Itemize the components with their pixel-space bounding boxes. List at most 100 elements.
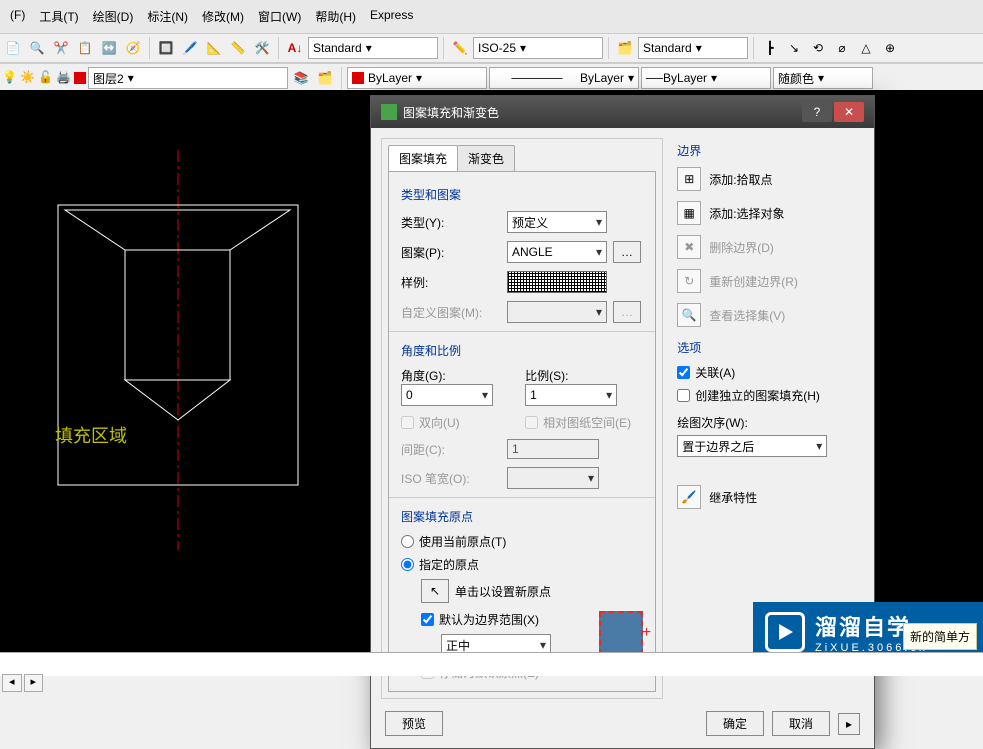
dim-tool-icon[interactable]: △ xyxy=(855,37,877,59)
pattern-browse-button[interactable]: … xyxy=(613,241,641,263)
iso-width-label: ISO 笔宽(O): xyxy=(401,470,501,487)
caret-icon: ▾ xyxy=(366,41,372,55)
type-select[interactable]: 预定义▾ xyxy=(507,211,607,233)
menu-express[interactable]: Express xyxy=(364,6,419,27)
associative-checkbox[interactable]: 关联(A) xyxy=(677,364,858,381)
plot-icon[interactable]: 🖨️ xyxy=(56,70,72,86)
group-origin-label: 图案填充原点 xyxy=(401,508,643,525)
tool-icon[interactable]: 📐 xyxy=(203,37,225,59)
type-label: 类型(Y): xyxy=(401,214,501,231)
dim-tool-icon[interactable]: ┣ xyxy=(759,37,781,59)
menu-dimension[interactable]: 标注(N) xyxy=(141,6,194,27)
tool-icon[interactable]: ↔️ xyxy=(98,37,120,59)
tool-icon[interactable]: 🧭 xyxy=(122,37,144,59)
caret-icon: ▾ xyxy=(711,71,717,85)
separate-hatch-checkbox[interactable]: 创建独立的图案填充(H) xyxy=(677,387,858,404)
lineweight-dropdown[interactable]: ── ByLayer▾ xyxy=(641,67,771,89)
swatch-preview[interactable] xyxy=(507,271,607,293)
tool-icon[interactable]: 📏 xyxy=(227,37,249,59)
help-button[interactable]: ? xyxy=(802,102,832,122)
add-pickpoint-button[interactable]: ⊞添加:拾取点 xyxy=(677,167,858,191)
menu-tools[interactable]: 工具(T) xyxy=(33,6,84,27)
tool-icon[interactable]: 📄 xyxy=(2,37,24,59)
linetype-dropdown[interactable]: ────── ByLayer▾ xyxy=(489,67,639,89)
tool-icon[interactable]: 📋 xyxy=(74,37,96,59)
options-title: 选项 xyxy=(677,339,858,356)
add-select-button[interactable]: ▦添加:选择对象 xyxy=(677,201,858,225)
layout-tab[interactable]: ◂ xyxy=(2,674,22,692)
scale-select[interactable]: 1▾ xyxy=(525,384,617,406)
menu-modify[interactable]: 修改(M) xyxy=(196,6,250,27)
tab-hatch[interactable]: 图案填充 xyxy=(388,145,458,171)
group-type-label: 类型和图案 xyxy=(401,186,643,203)
layout-tab[interactable]: ▸ xyxy=(24,674,44,692)
command-line[interactable] xyxy=(0,652,983,676)
table-style-dropdown[interactable]: Standard▾ xyxy=(638,37,748,59)
tool-icon[interactable]: 🛠️ xyxy=(251,37,273,59)
associative-label: 关联(A) xyxy=(695,364,735,381)
menu-help[interactable]: 帮助(H) xyxy=(309,6,362,27)
separator xyxy=(389,331,655,332)
dialog-left-panel: 图案填充 渐变色 类型和图案 类型(Y): 预定义▾ 图案(P): ANGLE▾… xyxy=(381,138,663,699)
menu-window[interactable]: 窗口(W) xyxy=(252,6,307,27)
text-style-dropdown[interactable]: Standard▾ xyxy=(308,37,438,59)
color-dropdown[interactable]: ByLayer▾ xyxy=(347,67,487,89)
separate-label: 创建独立的图案填充(H) xyxy=(695,387,820,404)
caret-icon: ▾ xyxy=(606,388,612,402)
tool-icon[interactable]: ✂️ xyxy=(50,37,72,59)
layer-tool-icon[interactable]: 🗂️ xyxy=(314,67,336,89)
layer-dropdown[interactable]: 图层2▾ xyxy=(88,67,288,89)
origin-pos-value: 正中 xyxy=(446,637,470,654)
angle-label: 角度(G): xyxy=(401,367,519,384)
angle-select[interactable]: 0▾ xyxy=(401,384,493,406)
menu-file[interactable]: (F) xyxy=(4,6,31,27)
view-icon: 🔍 xyxy=(677,303,701,327)
recreate-boundary-button: ↻重新创建边界(R) xyxy=(677,269,858,293)
boundary-title: 边界 xyxy=(677,142,858,159)
origin-current-radio[interactable]: 使用当前原点(T) xyxy=(401,533,643,550)
default-extent-checkbox[interactable]: 默认为边界范围(X) xyxy=(421,611,569,628)
dialog-titlebar[interactable]: 图案填充和渐变色 ? ✕ xyxy=(371,96,874,128)
dim-tool-icon[interactable]: ↘ xyxy=(783,37,805,59)
pattern-select[interactable]: ANGLE▾ xyxy=(507,241,607,263)
origin-specified-radio[interactable]: 指定的原点 xyxy=(401,556,643,573)
select-object-icon: ▦ xyxy=(677,201,701,225)
dim-tool-icon[interactable]: ⟲ xyxy=(807,37,829,59)
tab-gradient[interactable]: 渐变色 xyxy=(457,145,515,171)
cancel-button[interactable]: 取消 xyxy=(772,711,830,736)
color-swatch-icon[interactable] xyxy=(74,72,86,84)
preview-button[interactable]: 预览 xyxy=(385,711,443,736)
layer-tool-icon[interactable]: 📚 xyxy=(290,67,312,89)
play-icon xyxy=(765,612,805,652)
plotstyle-dropdown[interactable]: 随颜色▾ xyxy=(773,67,873,89)
ok-button[interactable]: 确定 xyxy=(706,711,764,736)
table-style-value: Standard xyxy=(643,41,692,55)
dim-style-dropdown[interactable]: ISO-25▾ xyxy=(473,37,603,59)
expand-button[interactable]: ▸ xyxy=(838,713,860,735)
dim-style-value: ISO-25 xyxy=(478,41,516,55)
draw-order-select[interactable]: 置于边界之后 ▾ xyxy=(677,435,827,457)
draw-order-value: 置于边界之后 xyxy=(682,438,754,455)
caret-icon: ▾ xyxy=(816,439,822,453)
caret-icon: ▾ xyxy=(588,471,594,485)
inherit-props-button[interactable]: 🖌️继承特性 xyxy=(677,485,858,509)
lock-icon[interactable]: 🔓 xyxy=(38,70,54,86)
dim-tool-icon[interactable]: ⊕ xyxy=(879,37,901,59)
close-button[interactable]: ✕ xyxy=(834,102,864,122)
tool-icon[interactable]: 🖊️ xyxy=(179,37,201,59)
type-value: 预定义 xyxy=(512,214,548,231)
text-style-icon[interactable]: A↓ xyxy=(284,37,306,59)
menu-draw[interactable]: 绘图(D) xyxy=(87,6,140,27)
dim-style-icon[interactable]: ✏️ xyxy=(449,37,471,59)
lightbulb-icon[interactable]: 💡 xyxy=(2,70,18,86)
sun-icon[interactable]: ☀️ xyxy=(20,70,36,86)
set-origin-button[interactable]: ↖ xyxy=(421,579,449,603)
tool-icon[interactable]: 🔲 xyxy=(155,37,177,59)
separator xyxy=(753,37,754,59)
set-origin-label: 单击以设置新原点 xyxy=(455,583,551,600)
table-style-icon[interactable]: 🗂️ xyxy=(614,37,636,59)
tool-icon[interactable]: 🔍 xyxy=(26,37,48,59)
dim-tool-icon[interactable]: ⌀ xyxy=(831,37,853,59)
menu-bar: (F) 工具(T) 绘图(D) 标注(N) 修改(M) 窗口(W) 帮助(H) … xyxy=(0,0,983,33)
pickpoint-label: 添加:拾取点 xyxy=(709,171,772,188)
